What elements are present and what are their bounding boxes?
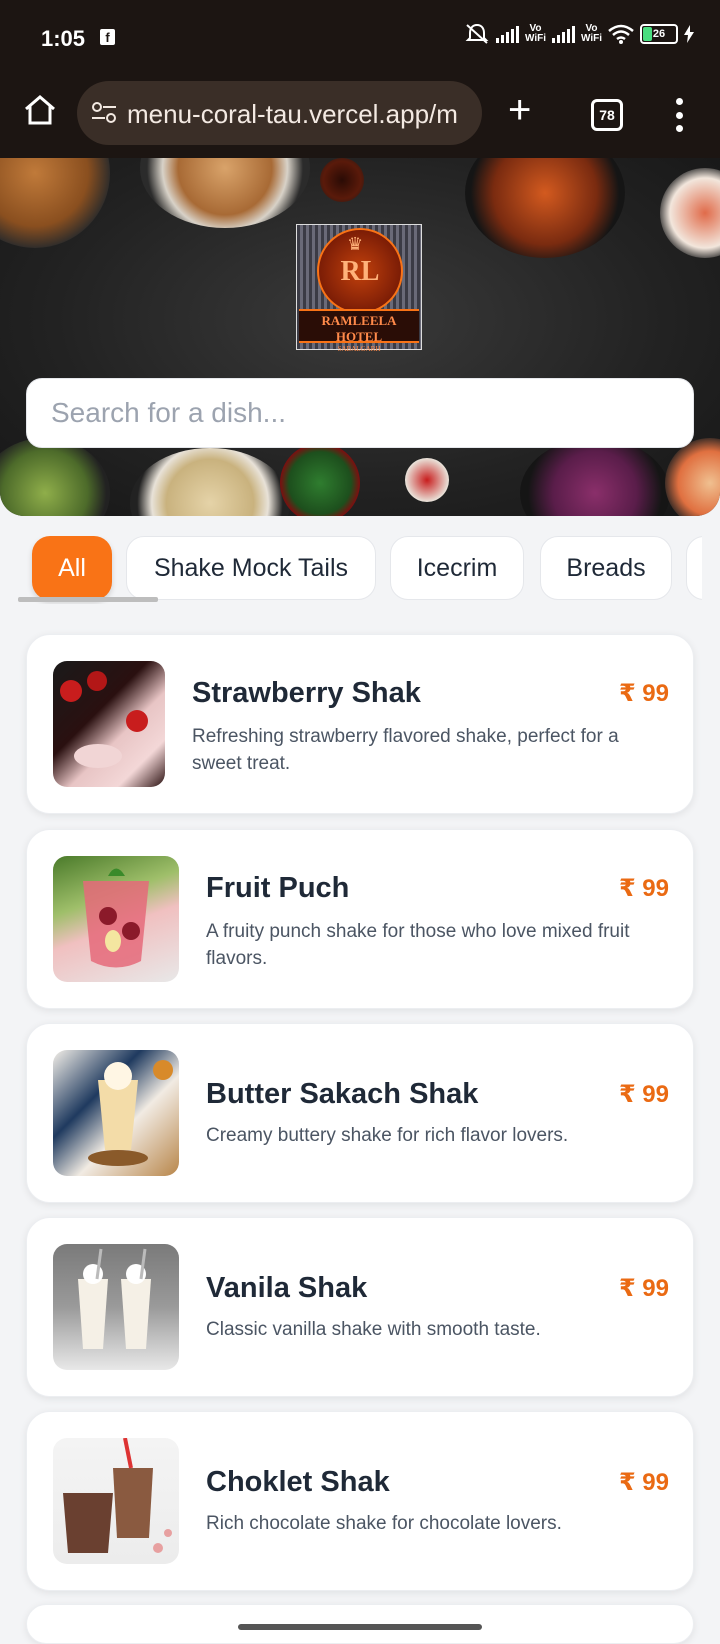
- dish-name: Choklet Shak: [206, 1466, 390, 1498]
- menu-item-card[interactable]: Choklet Shak ₹ 99 Rich chocolate shake f…: [26, 1411, 694, 1591]
- food-bowl-image: [660, 168, 720, 258]
- dish-name: Vanila Shak: [206, 1272, 368, 1304]
- vowifi-label-2: Vo WiFi: [580, 23, 602, 44]
- food-bowl-image: [520, 438, 670, 516]
- dish-description: A fruity punch shake for those who love …: [206, 921, 630, 969]
- dish-description: Creamy buttery shake for rich flavor lov…: [206, 1125, 569, 1146]
- sauce-bowl-image: [405, 458, 449, 502]
- menu-item-card[interactable]: Vanila Shak ₹ 99 Classic vanilla shake w…: [26, 1217, 694, 1397]
- browser-toolbar: menu-coral-tau.vercel.app/m + 78: [0, 78, 720, 158]
- category-chip-more[interactable]: [686, 536, 702, 600]
- dish-price: ₹ 99: [618, 1081, 669, 1108]
- dish-name: Fruit Puch: [206, 872, 350, 904]
- category-chip-icecrim[interactable]: Icecrim: [390, 536, 524, 600]
- menu-item-card[interactable]: Butter Sakach Shak ₹ 99 Creamy buttery s…: [26, 1023, 694, 1203]
- logo-initials: RL: [340, 256, 380, 287]
- search-input[interactable]: [26, 378, 694, 448]
- clock: 1:05: [41, 26, 86, 51]
- logo-name: RAMLEELA HOTEL: [321, 313, 397, 344]
- restaurant-logo: ♛ RL RAMLEELA HOTEL SABALGARH: [296, 224, 422, 353]
- food-bowl-image: [280, 443, 360, 516]
- menu-item-card[interactable]: Strawberry Shak ₹ 99 Refreshing strawber…: [26, 634, 694, 814]
- cellular-signal-icon-2: [551, 25, 575, 43]
- food-bowl-image: [0, 158, 110, 248]
- dish-name: Butter Sakach Shak: [206, 1078, 479, 1110]
- category-scroll-indicator: [18, 597, 158, 602]
- food-bowl-image: [465, 158, 625, 258]
- dish-image: [53, 1050, 179, 1176]
- new-tab-icon[interactable]: +: [508, 90, 531, 130]
- category-tabs: All Shake Mock Tails Icecrim Breads: [18, 536, 702, 604]
- address-bar[interactable]: menu-coral-tau.vercel.app/m: [77, 81, 482, 145]
- dish-image: [53, 856, 179, 982]
- dish-image: [53, 1244, 179, 1370]
- dish-image: [53, 661, 165, 787]
- category-chip-shake-mock-tails[interactable]: Shake Mock Tails: [126, 536, 376, 600]
- cellular-signal-icon: [495, 25, 519, 43]
- home-icon[interactable]: [22, 92, 58, 128]
- vowifi-label: Vo WiFi: [524, 23, 546, 44]
- food-bowl-image: [0, 438, 110, 516]
- gesture-home-bar[interactable]: [238, 1624, 482, 1630]
- site-settings-icon[interactable]: [91, 102, 117, 124]
- dish-price: ₹ 99: [618, 1469, 669, 1496]
- logo-subtitle: SABALGARH: [337, 345, 381, 353]
- dish-name: Strawberry Shak: [192, 677, 421, 709]
- wifi-icon: [608, 24, 634, 44]
- status-bar: 1:05 f Vo WiFi Vo WiFi 26: [0, 0, 720, 78]
- status-icons: Vo WiFi Vo WiFi 26: [464, 22, 694, 46]
- dish-price: ₹ 99: [618, 875, 669, 902]
- tab-switcher-button[interactable]: 78: [591, 99, 623, 131]
- more-menu-icon[interactable]: [675, 98, 683, 132]
- crown-icon: ♛: [347, 234, 364, 254]
- category-chip-all[interactable]: All: [32, 536, 112, 600]
- mute-bell-icon: [465, 23, 489, 44]
- facebook-notification-icon: f: [100, 29, 115, 45]
- hero-banner: ♛ RL RAMLEELA HOTEL SABALGARH: [0, 158, 720, 516]
- dish-description: Rich chocolate shake for chocolate lover…: [206, 1513, 562, 1534]
- menu-item-card[interactable]: Fruit Puch ₹ 99 A fruity punch shake for…: [26, 829, 694, 1009]
- food-bowl-image: [130, 448, 290, 516]
- battery-icon: 26: [640, 24, 678, 44]
- category-chip-breads[interactable]: Breads: [540, 536, 672, 600]
- food-bowl-image: [665, 438, 720, 516]
- url-text: menu-coral-tau.vercel.app/m: [127, 99, 458, 129]
- logo-banner: RAMLEELA HOTEL SABALGARH: [299, 309, 419, 353]
- dish-description: Refreshing strawberry flavored shake, pe…: [192, 726, 619, 774]
- dish-price: ₹ 99: [618, 680, 669, 707]
- sauce-bowl-image: [320, 158, 364, 202]
- charging-bolt-icon: [684, 25, 694, 43]
- logo-emblem: ♛ RL: [317, 228, 403, 314]
- food-bowl-image: [140, 158, 310, 228]
- dish-description: Classic vanilla shake with smooth taste.: [206, 1319, 541, 1340]
- dish-price: ₹ 99: [618, 1275, 669, 1302]
- dish-image: [53, 1438, 179, 1564]
